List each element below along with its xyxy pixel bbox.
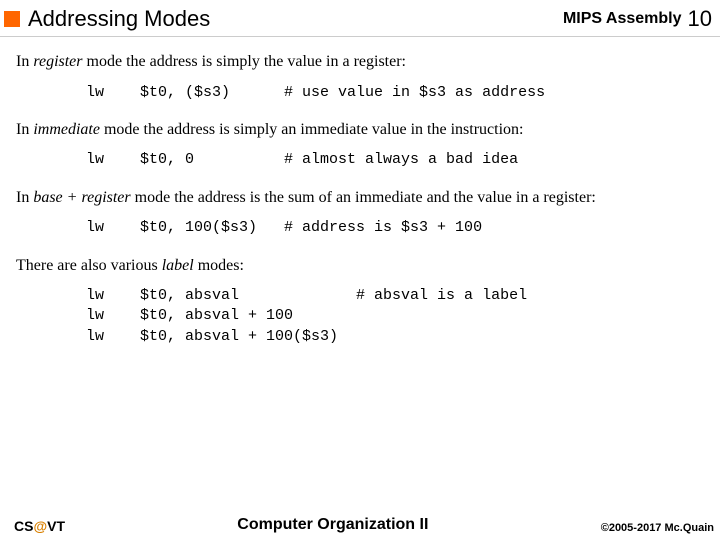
slide-title: Addressing Modes — [28, 6, 563, 32]
bullet-icon — [4, 11, 20, 27]
text: In — [16, 121, 33, 138]
course-title: Computer Organization II — [65, 516, 601, 534]
base-register-mode-text: In base + register mode the address is t… — [16, 187, 706, 209]
base-register-mode-code: lw $t0, 100($s3) # address is $s3 + 100 — [86, 218, 706, 238]
immediate-mode-code: lw $t0, 0 # almost always a bad idea — [86, 150, 706, 170]
slide-header: Addressing Modes MIPS Assembly 10 — [0, 0, 720, 37]
text: In — [16, 189, 33, 206]
mode-name: register — [33, 53, 82, 70]
slide-body: In register mode the address is simply t… — [0, 37, 720, 347]
label-mode-text: There are also various label modes: — [16, 255, 706, 277]
mode-name: immediate — [33, 121, 100, 138]
register-mode-code: lw $t0, ($s3) # use value in $s3 as addr… — [86, 83, 706, 103]
label-mode-code: lw $t0, absval # absval is a label lw $t… — [86, 286, 706, 347]
at-text: @ — [33, 518, 47, 534]
text: In — [16, 53, 33, 70]
text: There are also various — [16, 257, 162, 274]
page-number: 10 — [688, 6, 712, 32]
text: mode the address is the sum of an immedi… — [131, 189, 596, 206]
text: mode the address is simply an immediate … — [100, 121, 523, 138]
mode-name: label — [162, 257, 194, 274]
text: modes: — [194, 257, 244, 274]
text: mode the address is simply the value in … — [83, 53, 406, 70]
cs-text: CS — [14, 518, 33, 534]
slide-footer: CS@VT Computer Organization II ©2005-201… — [0, 516, 720, 534]
vt-text: VT — [47, 518, 65, 534]
org-label: CS@VT — [14, 518, 65, 534]
subject-label: MIPS Assembly — [563, 10, 682, 28]
mode-name: base + register — [33, 189, 130, 206]
copyright-text: ©2005-2017 Mc.Quain — [601, 522, 714, 534]
immediate-mode-text: In immediate mode the address is simply … — [16, 119, 706, 141]
register-mode-text: In register mode the address is simply t… — [16, 51, 706, 73]
